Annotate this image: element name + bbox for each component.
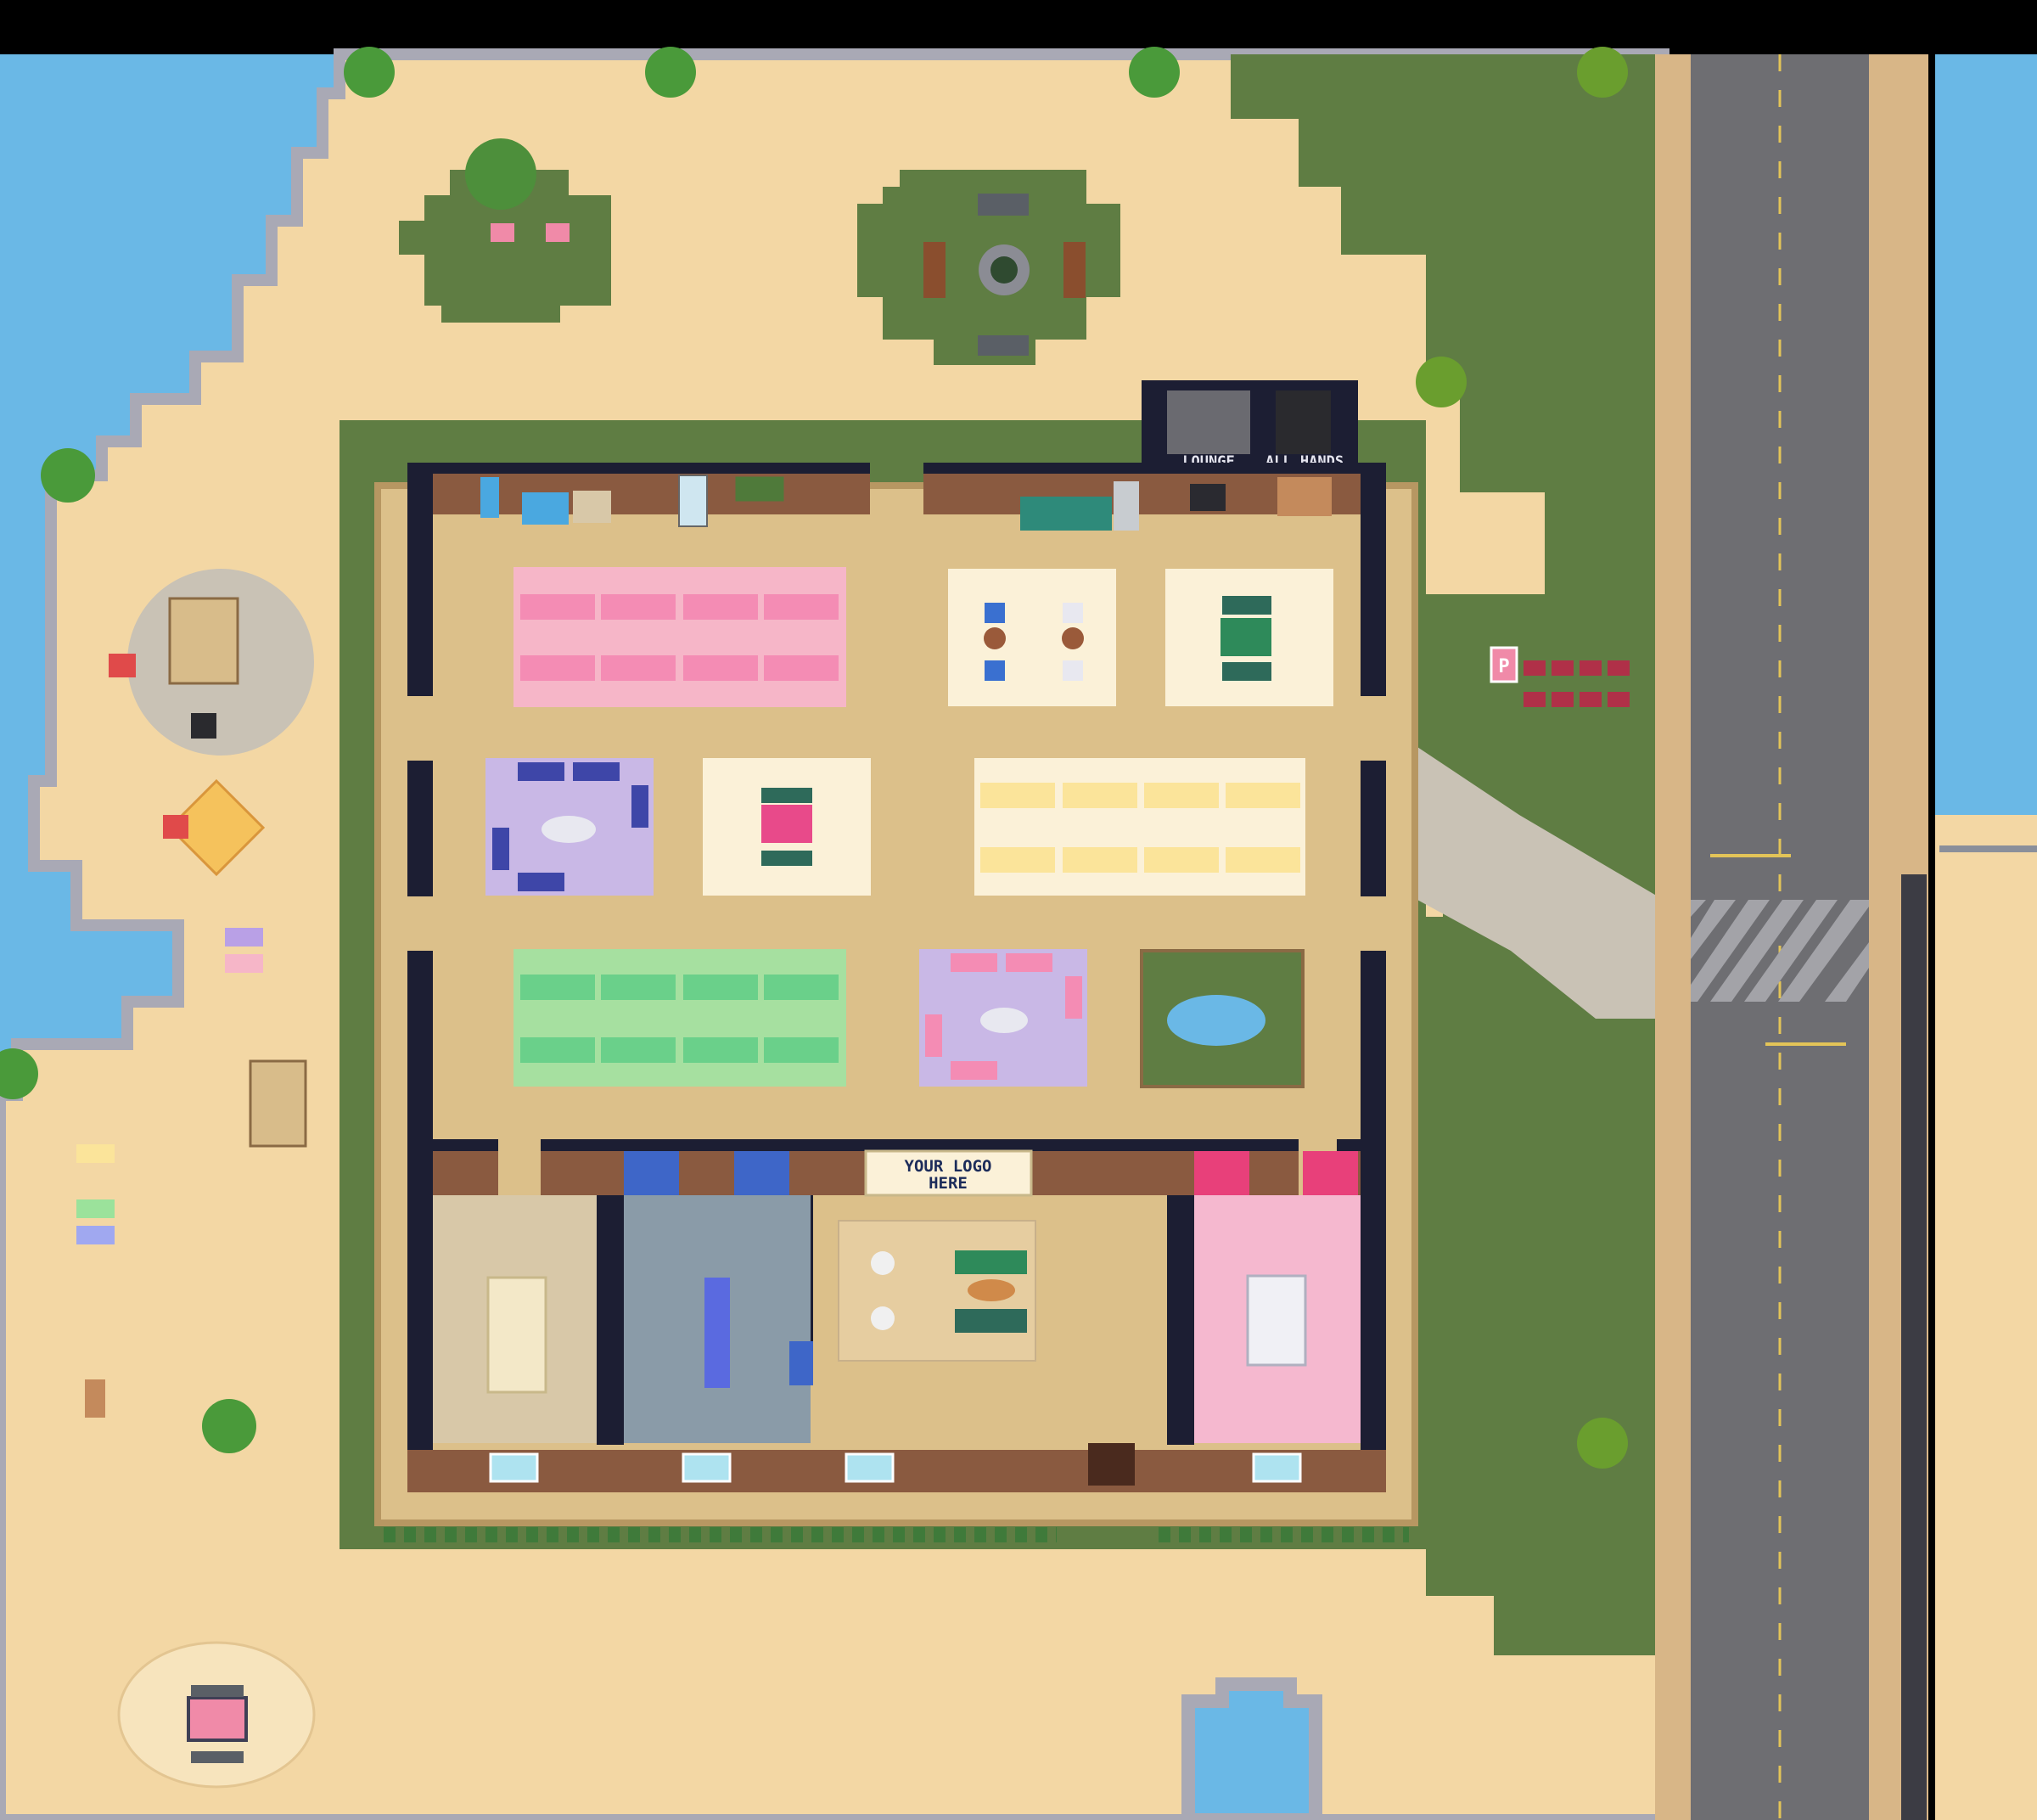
picnic-sofa [187, 1696, 248, 1742]
rug-pink-desks [513, 567, 846, 707]
beach-towel [76, 1144, 115, 1163]
beach-towel [76, 1226, 115, 1244]
pink-stool [491, 223, 514, 242]
sofa-blue [492, 828, 509, 870]
bottom-pond [1181, 1677, 1322, 1820]
main-door[interactable] [1088, 1443, 1135, 1486]
cooler [163, 815, 188, 839]
green-table [1221, 618, 1271, 656]
tv-stand [1190, 484, 1226, 511]
sofa-pink [951, 953, 997, 972]
bench [761, 788, 812, 803]
wall-right-lower [1361, 951, 1386, 1460]
firepit-center [990, 256, 1018, 284]
picnic-table [168, 597, 239, 685]
bench [1222, 662, 1271, 681]
bench [761, 851, 812, 866]
round-table [871, 1251, 895, 1275]
parking-sign-label: P [1498, 656, 1509, 677]
sofa-blue [518, 873, 564, 891]
cabinet [573, 491, 611, 523]
side-table [1062, 627, 1084, 649]
logo-banner-text: HERE [929, 1174, 968, 1193]
wood-plank [85, 1379, 105, 1418]
wall-left-upper [407, 463, 433, 696]
wall-rooms-top [407, 1139, 1386, 1151]
wall-window [732, 474, 787, 504]
wall-right-mid [1361, 761, 1386, 896]
doorway[interactable] [498, 1139, 541, 1195]
aquarium [789, 1341, 813, 1385]
side-table [984, 627, 1006, 649]
sofa-pink [951, 1061, 997, 1080]
wall-art-pink [1194, 1151, 1249, 1195]
sidewalk-left [1655, 54, 1691, 1820]
sofa-green [955, 1309, 1027, 1333]
pink-table [761, 805, 812, 843]
vending-machine [678, 475, 708, 527]
beach-right [1935, 815, 2037, 1820]
top-bar [0, 0, 2037, 54]
rug-cream-chairs [948, 569, 1116, 706]
wall-left-lower [407, 951, 433, 1460]
pink-conference-table [1246, 1274, 1307, 1367]
drawer [1277, 477, 1332, 516]
bench [191, 1751, 244, 1763]
sofa-blue [631, 785, 648, 828]
bench [1222, 596, 1271, 615]
sofa-blue [573, 762, 620, 781]
bench [978, 194, 1029, 216]
beach-towel [225, 928, 263, 947]
meeting-table [486, 1276, 547, 1394]
coffee-table [968, 1279, 1015, 1301]
coffee-table [542, 816, 596, 843]
aquarium [624, 1151, 679, 1195]
coffee-table [980, 1008, 1028, 1033]
lounge-door [1167, 390, 1250, 454]
wall-right-upper [1361, 463, 1386, 696]
ocean-right [1935, 54, 2037, 818]
all-hands-door [1276, 390, 1331, 454]
sofa-blue [518, 762, 564, 781]
wall-art-pink [1303, 1151, 1358, 1195]
grill [191, 713, 216, 739]
wall-top-right [923, 463, 1386, 475]
bench [923, 242, 946, 298]
fridge [1114, 481, 1139, 531]
curb-wave [1901, 874, 1927, 1820]
rug-cream-yellow-desks [974, 758, 1305, 896]
conference-table [704, 1278, 730, 1388]
sofa-pink [1006, 953, 1052, 972]
kitchen-counter [1020, 497, 1112, 531]
brick-bottom [407, 1450, 1386, 1492]
copier [522, 492, 569, 525]
wall-left-mid [407, 761, 433, 896]
beach-towel [76, 1199, 115, 1218]
game-map[interactable]: P LOUNGE ALL HANDS YOUR LOGO HERE [0, 0, 2037, 1820]
water-cooler [480, 477, 499, 518]
beach-towel [225, 954, 263, 973]
sofa-pink [925, 1014, 942, 1057]
cooler [109, 654, 136, 677]
bench [978, 335, 1029, 356]
logo-banner-text: YOUR LOGO [905, 1157, 992, 1176]
pink-stool [546, 223, 570, 242]
sofa-pink [1065, 976, 1082, 1019]
wall-top-left [407, 463, 870, 475]
sofa-green [955, 1250, 1027, 1274]
bench [1063, 242, 1086, 298]
indoor-pond [1167, 995, 1265, 1046]
picnic-table [249, 1059, 307, 1148]
rug-green-desks [513, 949, 846, 1087]
aquarium [734, 1151, 789, 1195]
round-table [871, 1306, 895, 1330]
bench [191, 1685, 244, 1697]
